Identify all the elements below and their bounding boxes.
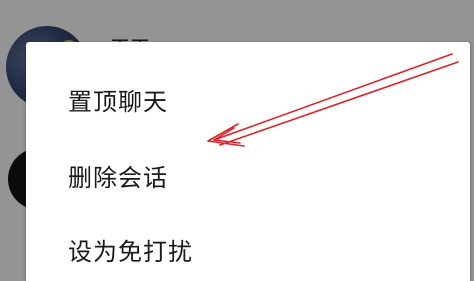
menu-item-mute-notifications[interactable]: 设为免打扰 [68,232,193,267]
menu-item-delete-chat[interactable]: 删除会话 [68,158,168,193]
context-menu: 置顶聊天 删除会话 设为免打扰 [26,42,470,281]
menu-item-pin-chat[interactable]: 置顶聊天 [68,82,168,117]
app-screen: 王王 置顶聊天 删除会话 设为免打扰 [0,0,474,281]
